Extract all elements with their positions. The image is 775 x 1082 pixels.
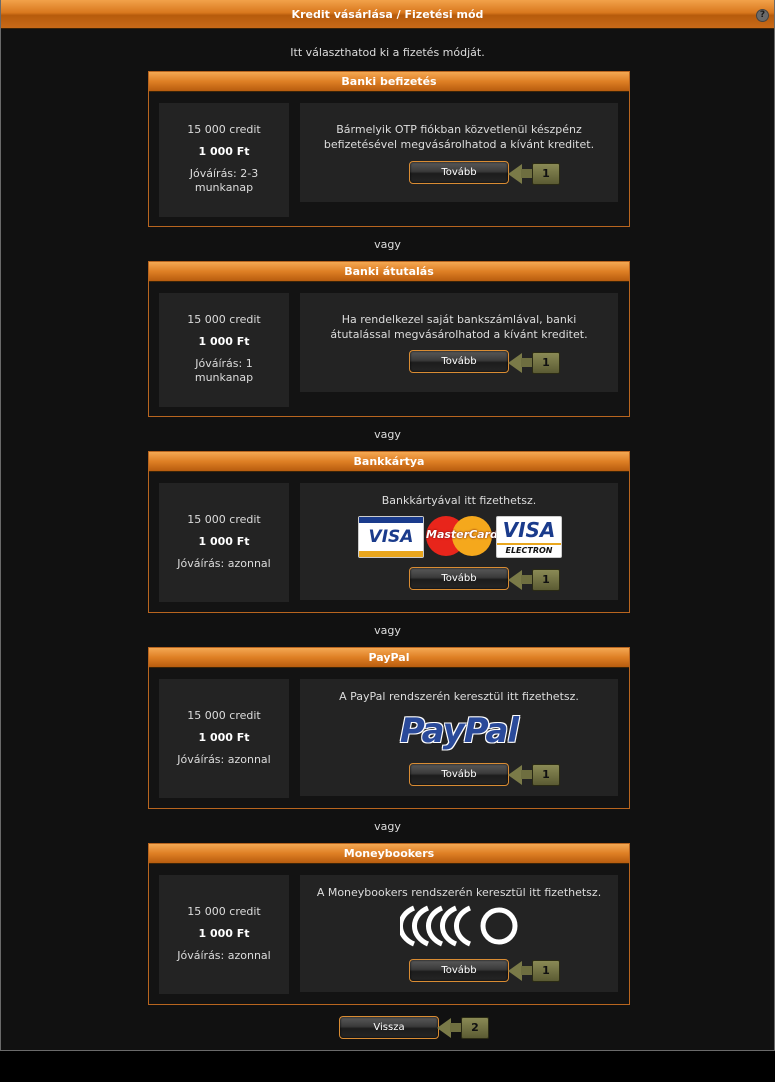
price: 1 000 Ft xyxy=(198,145,250,158)
section-title: Banki befizetés xyxy=(149,72,629,92)
method-box: Ha rendelkezel saját bankszámlával, bank… xyxy=(300,293,618,392)
method-description: Ha rendelkezel saját bankszámlával, bank… xyxy=(330,313,588,341)
price: 1 000 Ft xyxy=(198,731,250,744)
credit-time: Jóváírás: 2-3 munkanap xyxy=(189,167,259,194)
intro-text: Itt választhatod ki a fizetés módját. xyxy=(290,46,485,59)
method-description: Bankkártyával itt fizethetsz. xyxy=(381,494,537,507)
shortcut-key: 1 xyxy=(532,960,560,982)
method-description: Bármelyik OTP fiókban közvetlenül készpé… xyxy=(323,123,595,151)
tovabb-button[interactable]: Tovább xyxy=(409,161,509,184)
shortcut-key: 1 xyxy=(532,163,560,185)
shortcut-arrow-icon: 1 xyxy=(508,764,560,786)
shortcut-arrow-icon: 2 xyxy=(437,1017,489,1039)
method-box: A Moneybookers rendszerén keresztül itt … xyxy=(300,875,618,992)
payment-window: Kredit vásárlása / Fizetési mód ? Itt vá… xyxy=(0,0,775,1051)
price: 1 000 Ft xyxy=(198,535,250,548)
footer-bar xyxy=(0,1051,775,1082)
price: 1 000 Ft xyxy=(198,927,250,940)
window-titlebar: Kredit vásárlása / Fizetési mód ? xyxy=(1,0,774,29)
credit-time: Jóváírás: 1 munkanap xyxy=(194,357,254,384)
separator-text: vagy xyxy=(374,238,401,251)
moneybookers-logo-icon xyxy=(400,905,518,947)
method-box: A PayPal rendszerén keresztül itt fizeth… xyxy=(300,679,618,796)
method-description: A PayPal rendszerén keresztül itt fizeth… xyxy=(339,690,579,703)
tovabb-button[interactable]: Tovább xyxy=(409,763,509,786)
credit-time: Jóváírás: azonnal xyxy=(177,949,271,962)
separator-text: vagy xyxy=(374,624,401,637)
price-box: 15 000 credit 1 000 Ft Jóváírás: azonnal xyxy=(159,483,289,602)
price-box: 15 000 credit 1 000 Ft Jóváírás: 1 munka… xyxy=(159,293,289,407)
method-box: Bármelyik OTP fiókban közvetlenül készpé… xyxy=(300,103,618,202)
visa-electron-logo: VISA ELECTRON xyxy=(496,516,562,558)
shortcut-arrow-icon: 1 xyxy=(508,163,560,185)
price-box: 15 000 credit 1 000 Ft Jóváírás: azonnal xyxy=(159,875,289,994)
section-title: Banki átutalás xyxy=(149,262,629,282)
section-title: Bankkártya xyxy=(149,452,629,472)
credit-time: Jóváírás: azonnal xyxy=(177,753,271,766)
section-bankkartya: Bankkártya 15 000 credit 1 000 Ft Jóváír… xyxy=(148,451,630,613)
mastercard-logo: MasterCard xyxy=(426,516,498,556)
tovabb-button[interactable]: Tovább xyxy=(409,567,509,590)
section-banki-atutalas: Banki átutalás 15 000 credit 1 000 Ft Jó… xyxy=(148,261,630,417)
credit-amount: 15 000 credit xyxy=(187,709,261,722)
credit-amount: 15 000 credit xyxy=(187,513,261,526)
method-box: Bankkártyával itt fizethetsz. VISA Maste… xyxy=(300,483,618,600)
section-title: Moneybookers xyxy=(149,844,629,864)
tovabb-button[interactable]: Tovább xyxy=(409,350,509,373)
price-box: 15 000 credit 1 000 Ft Jóváírás: azonnal xyxy=(159,679,289,798)
tovabb-button[interactable]: Tovább xyxy=(409,959,509,982)
section-banki-befizetes: Banki befizetés 15 000 credit 1 000 Ft J… xyxy=(148,71,630,227)
section-title: PayPal xyxy=(149,648,629,668)
paypal-logo: PayPal xyxy=(399,711,519,751)
credit-amount: 15 000 credit xyxy=(187,905,261,918)
shortcut-arrow-icon: 1 xyxy=(508,352,560,374)
card-logos: VISA MasterCard VISA ELECTRON xyxy=(300,516,618,558)
shortcut-key: 1 xyxy=(532,764,560,786)
method-description: A Moneybookers rendszerén keresztül itt … xyxy=(316,886,602,899)
shortcut-key: 1 xyxy=(532,569,560,591)
vissza-button[interactable]: Vissza xyxy=(339,1016,439,1039)
window-title: Kredit vásárlása / Fizetési mód xyxy=(291,8,484,21)
price-box: 15 000 credit 1 000 Ft Jóváírás: 2-3 mun… xyxy=(159,103,289,217)
visa-logo: VISA xyxy=(358,516,424,558)
price: 1 000 Ft xyxy=(198,335,250,348)
section-moneybookers: Moneybookers 15 000 credit 1 000 Ft Jóvá… xyxy=(148,843,630,1005)
shortcut-key: 2 xyxy=(461,1017,489,1039)
credit-time: Jóváírás: azonnal xyxy=(177,557,271,570)
shortcut-arrow-icon: 1 xyxy=(508,569,560,591)
help-icon[interactable]: ? xyxy=(756,9,769,22)
shortcut-key: 1 xyxy=(532,352,560,374)
credit-amount: 15 000 credit xyxy=(187,313,261,326)
section-paypal: PayPal 15 000 credit 1 000 Ft Jóváírás: … xyxy=(148,647,630,809)
shortcut-arrow-icon: 1 xyxy=(508,960,560,982)
credit-amount: 15 000 credit xyxy=(187,123,261,136)
separator-text: vagy xyxy=(374,428,401,441)
separator-text: vagy xyxy=(374,820,401,833)
